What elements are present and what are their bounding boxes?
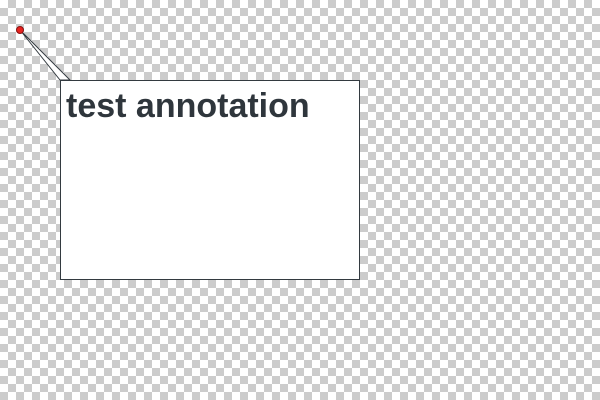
annotation-pointer xyxy=(19,29,72,81)
transparent-canvas: test annotation xyxy=(0,0,600,400)
annotation-anchor-handle[interactable] xyxy=(16,26,24,34)
annotation-box[interactable]: test annotation xyxy=(60,80,360,280)
annotation-text[interactable]: test annotation xyxy=(61,81,359,125)
